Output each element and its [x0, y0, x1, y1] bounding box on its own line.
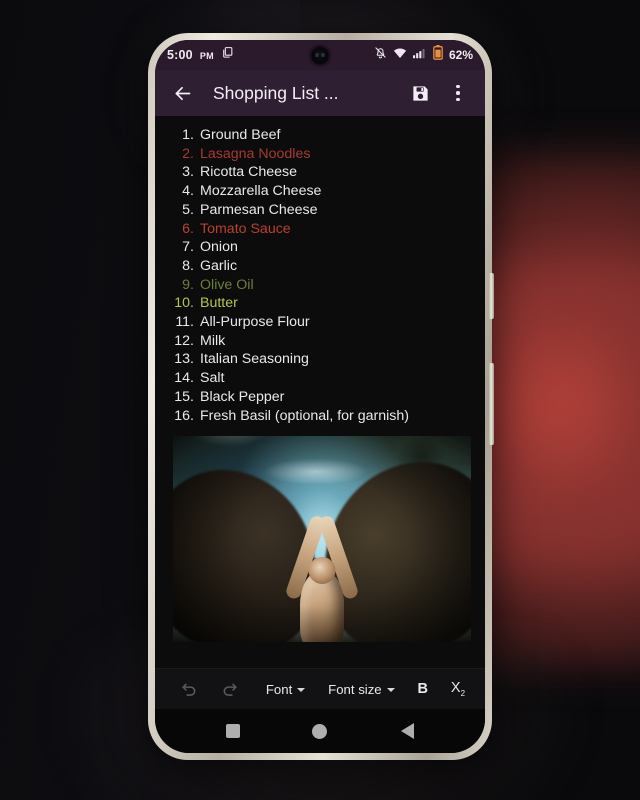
list-item[interactable]: 1. Ground Beef [171, 126, 471, 145]
app-bar: Shopping List ... [155, 70, 485, 116]
status-bar-meridiem: PM [199, 51, 214, 61]
list-item-number: 6. [182, 220, 194, 237]
font-size-dropdown[interactable]: Font size [322, 669, 401, 709]
save-icon[interactable] [403, 76, 437, 110]
list-item-text: Ricotta Cheese [200, 164, 297, 181]
back-button[interactable] [387, 711, 427, 751]
list-item-text: Black Pepper [200, 388, 285, 405]
bell-muted-icon [374, 46, 387, 64]
phone-device-frame: 5:00 PM 62% Shopping List ... 1. Ground … [148, 33, 494, 760]
list-item-number: 13. [174, 351, 194, 368]
subscript-label: X2 [450, 680, 466, 698]
list-item-text: All-Purpose Flour [200, 314, 310, 331]
cellular-signal-icon [412, 46, 427, 64]
status-bar-left: 5:00 PM [167, 46, 234, 64]
back-arrow-icon[interactable] [165, 76, 199, 110]
list-item-number: 12. [174, 332, 194, 349]
list-item[interactable]: 4. Mozzarella Cheese [171, 182, 471, 201]
copy-icon [221, 46, 234, 64]
list-item-text: Mozzarella Cheese [200, 183, 322, 200]
list-item-number: 10. [174, 295, 194, 312]
volume-button[interactable] [489, 363, 494, 445]
list-item-number: 2. [182, 145, 194, 162]
bold-button[interactable]: B [412, 669, 434, 709]
list-item-text: Butter [200, 295, 238, 312]
desktop-backdrop: 5:00 PM 62% Shopping List ... 1. Ground … [0, 0, 640, 800]
list-item-number: 14. [174, 370, 194, 387]
list-item[interactable]: 12. Milk [171, 332, 471, 351]
font-size-label: Font size [328, 681, 382, 697]
battery-icon [433, 45, 443, 65]
power-button[interactable] [489, 273, 494, 319]
chevron-down-icon [297, 688, 306, 692]
list-item[interactable]: 9. Olive Oil [171, 276, 471, 295]
status-bar-clock: 5:00 [167, 48, 193, 62]
note-content-area[interactable]: 1. Ground Beef 2. Lasagna Noodles 3. Ricotta … [155, 116, 485, 668]
list-item[interactable]: 6. Tomato Sauce [171, 220, 471, 239]
list-item-number: 15. [174, 388, 194, 405]
list-item[interactable]: 16. Fresh Basil (optional, for garnish) [171, 407, 471, 426]
list-item[interactable]: 5. Parmesan Cheese [171, 201, 471, 220]
list-item-number: 1. [182, 127, 194, 143]
font-family-dropdown[interactable]: Font [260, 669, 311, 709]
list-item[interactable]: 15. Black Pepper [171, 388, 471, 407]
list-item[interactable]: 14. Salt [171, 369, 471, 388]
list-item-text: Fresh Basil (optional, for garnish) [200, 407, 409, 424]
list-item-text: Garlic [200, 257, 238, 274]
recents-square-icon [225, 724, 240, 738]
phone-screen: 5:00 PM 62% Shopping List ... 1. Ground … [155, 40, 485, 753]
chevron-down-icon [386, 688, 395, 692]
home-circle-icon [312, 723, 328, 739]
list-item-text: Lasagna Noodles [200, 145, 311, 162]
list-item-number: 7. [182, 239, 194, 256]
status-bar: 5:00 PM 62% [155, 40, 485, 70]
list-item[interactable]: 8. Garlic [171, 257, 471, 276]
format-toolbar: Font Font size B X2 [155, 668, 485, 709]
list-item-number: 8. [182, 257, 194, 274]
list-item[interactable]: 10. Butter [171, 294, 471, 313]
list-item-number: 16. [174, 407, 194, 424]
list-item-number: 11. [175, 314, 194, 331]
back-triangle-icon [400, 723, 414, 739]
list-item-number: 3. [182, 164, 194, 181]
list-item-text: Ground Beef [200, 127, 281, 143]
list-item-text: Salt [200, 370, 225, 387]
list-item-text: Olive Oil [200, 276, 254, 293]
wifi-icon [393, 46, 407, 64]
list-item-text: Onion [200, 239, 238, 256]
list-item-number: 9. [182, 276, 194, 293]
battery-percent-label: 62% [448, 48, 473, 62]
bold-label: B [417, 681, 429, 697]
overflow-dots [456, 84, 460, 102]
front-camera-punchhole [311, 47, 329, 64]
list-item-text: Italian Seasoning [200, 351, 309, 368]
page-title: Shopping List ... [213, 82, 339, 103]
list-item-text: Milk [200, 332, 226, 349]
home-button[interactable] [300, 711, 340, 751]
list-item[interactable]: 11. All-Purpose Flour [171, 313, 471, 332]
list-item-text: Parmesan Cheese [200, 201, 318, 218]
list-item[interactable]: 2. Lasagna Noodles [171, 145, 471, 164]
atlas-holding-earth-painting [173, 436, 471, 643]
subscript-button[interactable]: X2 [445, 669, 471, 709]
painting-vignette [173, 436, 471, 643]
shopping-list: 1. Ground Beef 2. Lasagna Noodles 3. Ricotta … [155, 126, 485, 425]
undo-icon[interactable] [169, 669, 209, 709]
status-bar-right: 62% [374, 45, 473, 65]
list-item-text: Tomato Sauce [200, 220, 291, 237]
android-navigation-bar [155, 709, 485, 753]
list-item-number: 5. [182, 201, 194, 218]
more-options-icon[interactable] [441, 76, 475, 110]
recents-button[interactable] [213, 711, 253, 751]
font-family-label: Font [265, 681, 293, 697]
redo-icon[interactable] [209, 669, 249, 709]
list-item-number: 4. [182, 183, 194, 200]
list-item[interactable]: 3. Ricotta Cheese [171, 163, 471, 182]
note-embedded-image[interactable] [173, 436, 471, 643]
list-item[interactable]: 13. Italian Seasoning [171, 350, 471, 369]
list-item[interactable]: 7. Onion [171, 238, 471, 257]
